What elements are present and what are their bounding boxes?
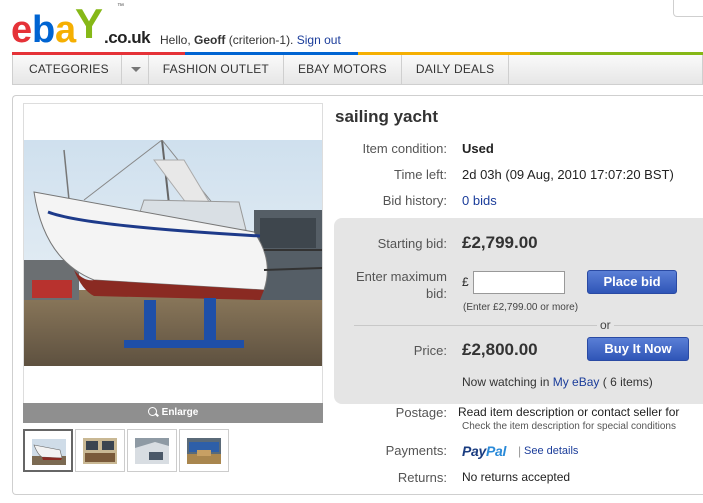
site-header: e b a Y ™ .co.uk Hello, Geoff (criterion… — [0, 0, 703, 56]
currency-symbol: £ — [462, 275, 469, 289]
or-divider — [354, 325, 703, 326]
my-ebay-link[interactable]: My eBay — [553, 375, 600, 389]
thumbnail-strip — [23, 429, 229, 472]
item-title: sailing yacht — [335, 107, 438, 126]
user-name: Geoff — [194, 33, 226, 47]
max-bid-label-line1: Enter maximum — [355, 269, 447, 284]
nav-daily-deals[interactable]: DAILY DEALS — [402, 55, 510, 84]
price-label: Price: — [413, 343, 447, 358]
thumbnail-4[interactable] — [179, 429, 229, 472]
starting-bid-label: Starting bid: — [377, 236, 447, 251]
paypal-part-1: Pay — [462, 443, 487, 459]
bid-hint: (Enter £2,799.00 or more) — [463, 302, 579, 313]
item-photo[interactable] — [24, 140, 322, 366]
thumbnail-2[interactable] — [75, 429, 125, 472]
yacht-image — [24, 140, 322, 366]
thumbnail-image-1 — [32, 439, 66, 465]
postage-note: Check the item description for special c… — [462, 421, 676, 432]
nav-categories[interactable]: CATEGORIES — [13, 55, 122, 84]
categories-dropdown-icon[interactable] — [122, 55, 149, 84]
see-details-link[interactable]: See details — [524, 445, 578, 457]
watching-status: Now watching in My eBay ( 6 items) — [462, 375, 653, 389]
bid-history-link[interactable]: 0 bids — [462, 193, 497, 208]
postage-label: Postage: — [395, 405, 447, 420]
nav-ebay-motors[interactable]: EBAY MOTORS — [284, 55, 402, 84]
starting-bid-value: £2,799.00 — [462, 233, 538, 252]
user-greeting: Hello, Geoff (criterion-1). Sign out — [160, 33, 341, 47]
thumbnail-1[interactable] — [23, 429, 73, 472]
max-bid-input[interactable] — [473, 271, 565, 294]
place-bid-button[interactable]: Place bid — [587, 270, 677, 294]
max-bid-label-line2: bid: — [426, 286, 447, 301]
buy-it-now-button[interactable]: Buy It Now — [587, 337, 689, 361]
paypal-logo: PayPal — [462, 443, 506, 459]
logo-letter-b: b — [32, 9, 55, 46]
logo-letter-a: a — [55, 9, 77, 46]
or-label: or — [597, 318, 614, 332]
thumbnail-image-4 — [187, 438, 221, 464]
returns-label: Returns: — [397, 470, 447, 485]
enlarge-label: Enlarge — [161, 407, 199, 418]
postage-value: Read item description or contact seller … — [458, 405, 680, 419]
time-left-label: Time left: — [394, 167, 447, 182]
sign-out-link[interactable]: Sign out — [297, 33, 341, 47]
magnifier-icon — [147, 407, 157, 416]
trademark-mark: ™ — [117, 3, 124, 10]
user-id: (criterion-1). — [228, 33, 294, 47]
condition-label: Item condition: — [362, 141, 447, 156]
thumbnail-image-3 — [135, 438, 169, 464]
condition-value: Used — [462, 141, 494, 156]
bid-history-label: Bid history: — [382, 193, 447, 208]
returns-value: No returns accepted — [462, 470, 571, 484]
logo-letter-e: e — [11, 9, 32, 46]
greeting-prefix: Hello, — [160, 33, 191, 47]
price-value: £2,800.00 — [462, 340, 538, 359]
watching-count: ( 6 items) — [602, 375, 653, 389]
nav-fashion-outlet[interactable]: FASHION OUTLET — [149, 55, 284, 84]
header-corner-box — [673, 0, 703, 17]
main-nav: CATEGORIES FASHION OUTLET EBAY MOTORS DA… — [12, 55, 703, 85]
logo-letter-y: Y — [75, 2, 103, 46]
thumbnail-image-2 — [83, 438, 117, 464]
logo-domain: .co.uk — [104, 28, 151, 47]
thumbnail-3[interactable] — [127, 429, 177, 472]
enlarge-button[interactable]: Enlarge — [23, 403, 323, 423]
watching-prefix: Now watching in — [462, 375, 550, 389]
paypal-part-2: Pal — [486, 443, 507, 459]
time-left-value: 2d 03h (09 Aug, 2010 17:07:20 BST) — [462, 167, 674, 182]
payments-label: Payments: — [385, 443, 447, 458]
payments-separator: | — [518, 444, 522, 458]
